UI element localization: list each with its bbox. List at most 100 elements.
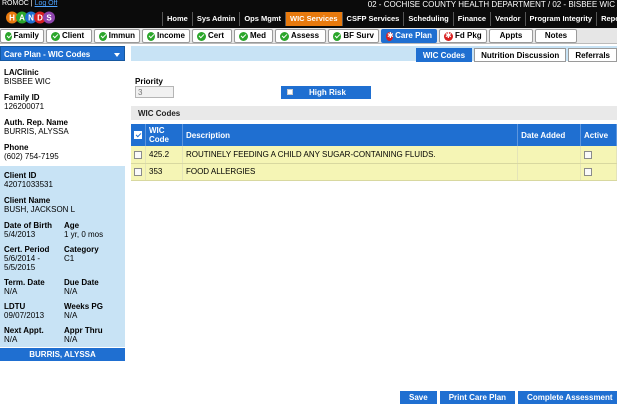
check-icon bbox=[333, 31, 342, 41]
la-clinic-value: BISBEE WIC bbox=[4, 77, 51, 86]
appr-thru-value: N/A bbox=[64, 335, 78, 344]
category-label: Category bbox=[64, 245, 99, 254]
nav-csfp-services[interactable]: CSFP Services bbox=[341, 12, 404, 26]
check-icon bbox=[239, 31, 248, 41]
tab-referrals[interactable]: Referrals bbox=[568, 48, 617, 62]
term-date-label: Term. Date bbox=[4, 278, 45, 287]
tab-care-plan[interactable]: Care Plan bbox=[381, 29, 437, 43]
nav-reports[interactable]: Reports bbox=[596, 12, 617, 26]
sub-tabs: Family Client Immun Income Cert Med Asse… bbox=[0, 28, 617, 44]
client-sidebar: Care Plan - WIC Codes LA/Clinic BISBEE W… bbox=[0, 46, 127, 362]
check-icon bbox=[5, 31, 12, 41]
nav-vendor[interactable]: Vendor bbox=[490, 12, 524, 26]
client-name-label: Client Name bbox=[4, 196, 51, 205]
wic-code-cell: 353 bbox=[145, 163, 183, 181]
active-cell[interactable] bbox=[580, 163, 617, 181]
top-bar: ROMOC | Log Off H A N D S 02 - COCHISE C… bbox=[0, 0, 617, 28]
tab-nutrition-discussion[interactable]: Nutrition Discussion bbox=[474, 48, 567, 62]
print-care-plan-button[interactable]: Print Care Plan bbox=[439, 391, 516, 404]
check-icon bbox=[280, 31, 289, 41]
tab-fd-pkg[interactable]: Fd Pkg bbox=[439, 29, 487, 43]
high-risk-label: High Risk bbox=[309, 88, 346, 97]
active-checkbox[interactable] bbox=[584, 167, 592, 176]
auth-rep-name-bar[interactable]: BURRIS, ALYSSA bbox=[0, 348, 125, 361]
row-checkbox[interactable] bbox=[134, 150, 142, 159]
client-info-panel: Client ID 42071033531 Client Name BUSH, … bbox=[0, 166, 125, 347]
client-name-value: BUSH, JACKSON L bbox=[4, 205, 76, 214]
tab-med[interactable]: Med bbox=[234, 29, 273, 43]
save-button[interactable]: Save bbox=[400, 391, 437, 404]
select-all-header[interactable] bbox=[131, 124, 146, 146]
nav-finance[interactable]: Finance bbox=[452, 12, 490, 26]
phone-value: (602) 754-7195 bbox=[4, 152, 59, 161]
logo-letter: H bbox=[9, 14, 15, 23]
nav-sys-admin[interactable]: Sys Admin bbox=[191, 12, 239, 26]
age-label: Age bbox=[64, 221, 80, 230]
tab-family[interactable]: Family bbox=[0, 29, 44, 43]
active-cell[interactable] bbox=[580, 146, 617, 164]
auth-rep-value: BURRIS, ALYSSA bbox=[4, 127, 69, 136]
priority-label: Priority bbox=[135, 77, 164, 86]
check-icon bbox=[51, 31, 60, 41]
tab-notes[interactable]: Notes bbox=[535, 29, 577, 43]
weeks-pg-label: Weeks PG bbox=[64, 302, 103, 311]
nav-home[interactable]: Home bbox=[162, 12, 192, 26]
high-risk-checkbox[interactable] bbox=[287, 89, 293, 95]
tab-cert[interactable]: Cert bbox=[192, 29, 232, 43]
user-line: ROMOC | Log Off bbox=[2, 0, 58, 7]
nav-program-integrity[interactable]: Program Integrity bbox=[524, 12, 597, 26]
cert-period-start: 5/6/2014 - bbox=[4, 254, 41, 263]
due-date-label: Due Date bbox=[64, 278, 99, 287]
term-date-value: N/A bbox=[4, 287, 18, 296]
active-checkbox[interactable] bbox=[584, 150, 592, 159]
logo-letter: N bbox=[28, 14, 34, 23]
ldtu-value: 09/07/2013 bbox=[4, 311, 45, 320]
logoff-link[interactable]: Log Off bbox=[35, 0, 58, 7]
next-appt-value: N/A bbox=[4, 335, 18, 344]
col-description: Description bbox=[182, 124, 519, 146]
chevron-down-icon bbox=[114, 53, 120, 57]
tab-wic-codes[interactable]: WIC Codes bbox=[415, 48, 473, 62]
tab-assess[interactable]: Assess bbox=[275, 29, 326, 43]
tab-income[interactable]: Income bbox=[142, 29, 190, 43]
family-info-panel: LA/Clinic BISBEE WIC Family ID 126200071… bbox=[0, 62, 125, 165]
cert-period-end: 5/5/2015 bbox=[4, 263, 36, 272]
dob-value: 5/4/2013 bbox=[4, 230, 36, 239]
wic-code-cell: 425.2 bbox=[145, 146, 183, 164]
row-select-cell[interactable] bbox=[131, 163, 146, 181]
row-checkbox[interactable] bbox=[134, 167, 142, 176]
age-value: 1 yr, 0 mos bbox=[64, 230, 104, 239]
nav-scheduling[interactable]: Scheduling bbox=[403, 12, 452, 26]
date-added-cell bbox=[517, 146, 581, 164]
complete-assessment-button[interactable]: Complete Assessment bbox=[518, 391, 617, 404]
tab-client[interactable]: Client bbox=[46, 29, 92, 43]
nav-ops-mgmt[interactable]: Ops Mgmt bbox=[239, 12, 285, 26]
tab-bf-surv[interactable]: BF Surv bbox=[328, 29, 379, 43]
date-added-cell bbox=[517, 163, 581, 181]
tab-immun[interactable]: Immun bbox=[94, 29, 140, 43]
row-select-cell[interactable] bbox=[131, 146, 146, 164]
agency-title: 02 - COCHISE COUNTY HEALTH DEPARTMENT / … bbox=[367, 0, 615, 9]
high-risk-toggle[interactable]: High Risk bbox=[281, 86, 371, 99]
appr-thru-label: Appr Thru bbox=[64, 326, 103, 335]
family-id-label: Family ID bbox=[4, 93, 40, 102]
col-wic-code: WIC Code bbox=[145, 124, 183, 146]
ldtu-label: LDTU bbox=[4, 302, 26, 311]
description-cell: ROUTINELY FEEDING A CHILD ANY SUGAR-CONT… bbox=[182, 146, 519, 164]
client-id-value: 42071033531 bbox=[4, 180, 53, 189]
table-row: 425.2 ROUTINELY FEEDING A CHILD ANY SUGA… bbox=[131, 146, 617, 164]
action-buttons: Save Print Care Plan Complete Assessment bbox=[400, 391, 617, 404]
nav-wic-services[interactable]: WIC Services bbox=[285, 12, 342, 26]
family-id-value: 126200071 bbox=[4, 102, 45, 111]
next-appt-label: Next Appt. bbox=[4, 326, 44, 335]
select-all-checkbox[interactable] bbox=[134, 131, 142, 140]
category-value: C1 bbox=[64, 254, 75, 263]
check-icon bbox=[147, 31, 155, 41]
care-plan-dropdown[interactable]: Care Plan - WIC Codes bbox=[0, 46, 125, 61]
error-icon bbox=[444, 29, 453, 43]
wic-codes-panel: WIC Codes WIC Code Description Date Adde… bbox=[131, 106, 617, 236]
dob-label: Date of Birth bbox=[4, 221, 52, 230]
tab-appts[interactable]: Appts bbox=[489, 29, 533, 43]
priority-field[interactable] bbox=[135, 86, 174, 98]
logo-letter: D bbox=[37, 14, 43, 23]
